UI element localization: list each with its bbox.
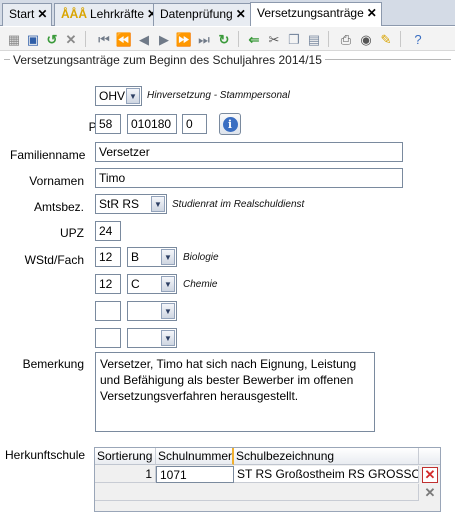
previous-icon[interactable]: ◀ [136, 31, 152, 47]
back-arrow-icon[interactable]: ⇐ [246, 31, 262, 47]
new-icon[interactable]: ▦ [6, 31, 22, 47]
tab-lehrkraefte[interactable]: ÅÅÅLehrkräfte✕ [54, 3, 163, 26]
people-icon: ÅÅÅ [61, 7, 87, 21]
fach-select[interactable]: B ▼ [127, 247, 177, 267]
fach-name: Chemie [183, 279, 218, 290]
wstd-field[interactable]: 12 [95, 247, 121, 267]
chevron-down-icon[interactable]: ▼ [161, 330, 175, 346]
familienname-label: Familienname [10, 148, 86, 162]
upz-label: UPZ [60, 226, 84, 240]
paste-icon[interactable]: ▤ [306, 31, 322, 47]
herkunftschule-label: Herkunftschule [5, 448, 86, 462]
art-select[interactable]: OHV ▼ [95, 86, 142, 106]
tab-label: Start [9, 7, 35, 21]
tab-label: Versetzungsanträge [257, 6, 364, 20]
cell-schulnummer[interactable]: 1071 [156, 466, 234, 483]
vornamen-field[interactable]: Timo [95, 168, 403, 188]
last-record-icon[interactable]: ⏭ [196, 31, 212, 47]
delete-row-icon[interactable]: ✕ [422, 485, 438, 501]
toolbar-separator [400, 31, 401, 47]
undo-icon[interactable]: ↺ [44, 31, 60, 47]
clear-icon[interactable]: ✎ [378, 31, 394, 47]
print-icon[interactable]: ⎙ [338, 31, 354, 47]
copy-icon[interactable]: ❐ [286, 31, 302, 47]
close-icon[interactable]: ✕ [367, 6, 377, 20]
chevron-down-icon[interactable]: ▼ [126, 88, 140, 104]
amtsbez-label: Amtsbez. [33, 200, 84, 214]
refresh-icon[interactable]: ↻ [216, 31, 232, 47]
close-icon[interactable]: ✕ [37, 7, 47, 21]
tab-versetzungsantraege[interactable]: Versetzungsanträge ✕ [250, 2, 382, 26]
column-header-actions [419, 448, 440, 465]
section-title: Versetzungsanträge zum Beginn des Schulj… [10, 53, 325, 67]
chevron-down-icon[interactable]: ▼ [161, 276, 175, 292]
wstd-field[interactable] [95, 328, 121, 348]
info-button[interactable]: i [219, 113, 241, 135]
amtsbez-select[interactable]: StR RS ▼ [95, 194, 167, 214]
bemerkung-textarea[interactable]: Versetzer, Timo hat sich nach Eignung, L… [95, 352, 375, 432]
tab-datenpruefung[interactable]: Datenprüfung ✕ [153, 3, 251, 26]
bemerkung-label: Bemerkung [22, 357, 84, 371]
toolbar-separator [238, 31, 239, 47]
pkz-field-3[interactable]: 0 [182, 114, 207, 134]
familienname-field[interactable]: Versetzer [95, 142, 403, 162]
fach-code: B [131, 250, 140, 264]
toolbar: ▦ ▣ ↺ ✕ ⏮ ⏪ ◀ ▶ ⏩ ⏭ ↻ ⇐ ✂ ❐ ▤ ⎙ ◉ ✎ ? [0, 27, 455, 51]
tab-start[interactable]: Start ✕ [2, 3, 53, 26]
chevron-down-icon[interactable]: ▼ [161, 303, 175, 319]
wstd-field[interactable]: 12 [95, 274, 121, 294]
next-icon[interactable]: ▶ [156, 31, 172, 47]
column-header-schulbezeichnung[interactable]: Schulbezeichnung [234, 448, 419, 465]
help-icon[interactable]: ? [410, 31, 426, 47]
fast-back-icon[interactable]: ⏪ [116, 31, 132, 47]
herkunftschule-table: Sortierung Schulnummer Schulbezeichnung … [94, 447, 441, 512]
delete-icon[interactable]: ✕ [63, 31, 79, 47]
art-description: Hinversetzung - Stammpersonal [147, 90, 290, 101]
column-header-sortierung[interactable]: Sortierung [95, 448, 156, 465]
upz-field[interactable]: 24 [95, 221, 121, 241]
preview-icon[interactable]: ◉ [358, 31, 374, 47]
pkz-field-1[interactable]: 58 [95, 114, 121, 134]
delete-row-icon[interactable]: ✕ [422, 467, 438, 483]
fach-name: Biologie [183, 252, 219, 263]
cell-schulbezeichnung[interactable]: ST RS Großostheim RS GROSSOSTHEIM [234, 466, 419, 483]
vornamen-label: Vornamen [29, 174, 84, 188]
wstd-field[interactable] [95, 301, 121, 321]
fach-select[interactable]: ▼ [127, 301, 177, 321]
amtsbez-value: StR RS [99, 197, 140, 211]
chevron-down-icon[interactable]: ▼ [151, 196, 165, 212]
cell-sortierung[interactable]: 1 [95, 466, 156, 483]
cell-new-row[interactable] [95, 484, 419, 501]
chevron-down-icon[interactable]: ▼ [161, 249, 175, 265]
first-record-icon[interactable]: ⏮ [96, 31, 112, 47]
toolbar-separator [328, 31, 329, 47]
fast-forward-icon[interactable]: ⏩ [176, 31, 192, 47]
cut-icon[interactable]: ✂ [266, 31, 282, 47]
art-value: OHV [99, 89, 126, 103]
column-header-schulnummer[interactable]: Schulnummer [156, 448, 234, 465]
fach-select[interactable]: ▼ [127, 328, 177, 348]
wstd-fach-label: WStd/Fach [24, 253, 84, 267]
tab-label: Datenprüfung [160, 7, 233, 21]
pkz-field-2[interactable]: 010180 [127, 114, 177, 134]
fach-select[interactable]: C ▼ [127, 274, 177, 294]
info-icon: i [222, 116, 238, 132]
tab-label: Lehrkräfte [90, 7, 145, 21]
save-icon[interactable]: ▣ [25, 31, 41, 47]
amtsbez-description: Studienrat im Realschuldienst [172, 199, 305, 210]
fach-code: C [131, 277, 140, 291]
toolbar-separator [85, 31, 86, 47]
close-icon[interactable]: ✕ [236, 7, 246, 21]
tab-bar: Start✕ ÅÅÅLehrkräfte✕ Datenprüfung✕ Vers… [0, 0, 455, 26]
